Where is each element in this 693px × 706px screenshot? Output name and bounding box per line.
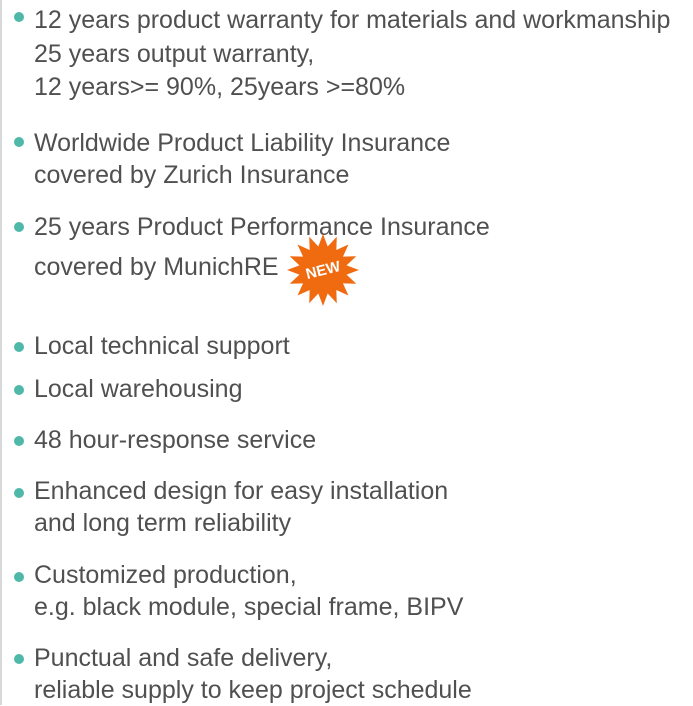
item-text: covered by MunichRE xyxy=(34,253,279,281)
item-text: 25 years Product Performance Insurance xyxy=(34,213,490,241)
bullet-icon xyxy=(14,222,24,232)
item-text: and long term reliability xyxy=(34,509,292,537)
item-text: reliable supply to keep project schedule xyxy=(34,676,472,704)
item-text: 12 years product warranty for materials … xyxy=(34,6,671,34)
new-badge-icon: NEW xyxy=(287,234,359,306)
bullet-icon xyxy=(14,385,24,395)
bullet-icon xyxy=(14,342,24,352)
bullet-icon xyxy=(14,488,24,498)
item-text: e.g. black module, special frame, BIPV xyxy=(34,593,464,621)
item-text: Punctual and safe delivery, xyxy=(34,644,333,672)
item-text: 48 hour-response service xyxy=(34,426,317,454)
item-text: Local warehousing xyxy=(34,375,243,403)
item-text: Customized production, xyxy=(34,561,297,589)
bullet-icon xyxy=(14,572,24,582)
bullet-icon xyxy=(14,137,24,147)
item-text: covered by Zurich Insurance xyxy=(34,161,350,189)
item-text: 12 years>= 90%, 25years >=80% xyxy=(34,73,406,101)
bullet-icon xyxy=(14,654,24,664)
item-text: Worldwide Product Liability Insurance xyxy=(34,129,451,157)
bullet-icon xyxy=(14,436,24,446)
item-text: Local technical support xyxy=(34,332,290,360)
left-border xyxy=(0,0,2,705)
bullet-icon xyxy=(14,12,24,22)
item-text: Enhanced design for easy installation xyxy=(34,477,449,505)
item-text: 25 years output warranty, xyxy=(34,40,315,68)
